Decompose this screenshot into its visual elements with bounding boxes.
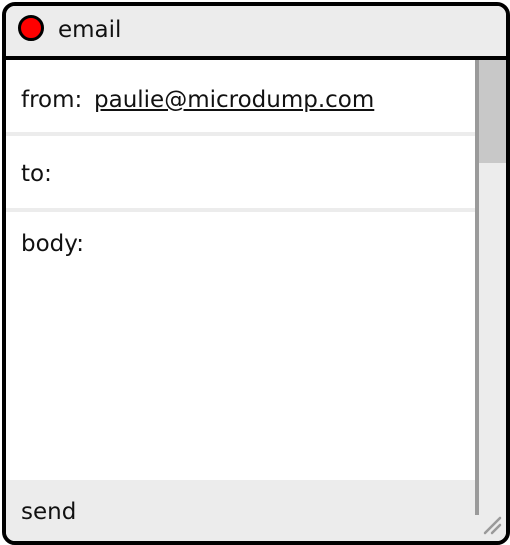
resize-grip-icon[interactable] [482, 513, 502, 535]
to-label: to: [21, 161, 52, 187]
scrollbar-thumb[interactable] [479, 60, 506, 163]
compose-area: from: paulie@microdump.com to: body: [6, 60, 475, 480]
window-title: email [58, 17, 122, 43]
to-field[interactable]: to: [6, 136, 475, 208]
title-bar[interactable]: email [6, 6, 506, 60]
send-label: send [21, 499, 77, 525]
email-window: email from: paulie@microdump.com to: bod… [2, 2, 510, 545]
body-field[interactable]: body: [6, 212, 475, 482]
send-button[interactable]: send [6, 480, 475, 541]
from-address-link[interactable]: paulie@microdump.com [94, 86, 374, 114]
from-label: from: [21, 87, 83, 113]
from-field: from: paulie@microdump.com [6, 60, 475, 132]
body-label: body: [21, 231, 84, 257]
vertical-scrollbar[interactable] [475, 60, 506, 541]
close-button[interactable] [18, 15, 44, 41]
